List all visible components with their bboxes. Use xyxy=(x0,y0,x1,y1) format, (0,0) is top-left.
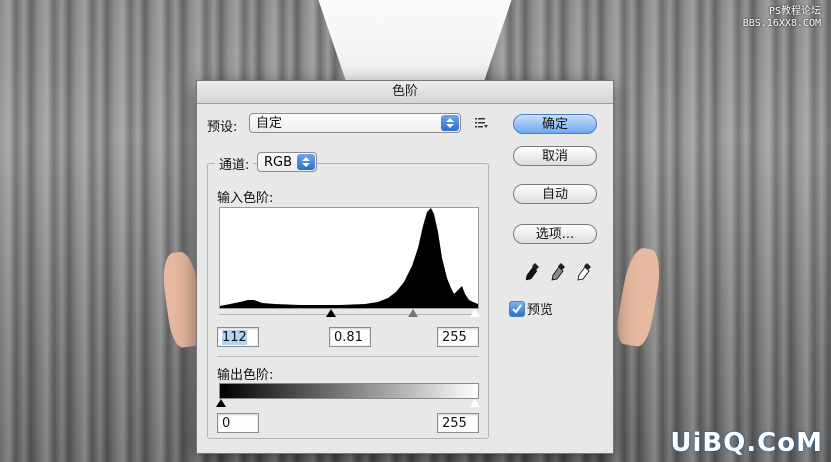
watermark-top-line1: PS教程论坛 xyxy=(768,6,821,17)
input-white-value: 255 xyxy=(442,330,467,345)
input-white-field[interactable]: 255 xyxy=(437,327,479,347)
black-eyedropper-icon[interactable] xyxy=(523,261,541,283)
input-gamma-handle[interactable] xyxy=(408,309,418,317)
preset-select[interactable]: 自定 xyxy=(249,113,461,133)
histogram-shape xyxy=(220,208,478,308)
dialog-title: 色阶 xyxy=(197,81,613,104)
checkmark-icon xyxy=(512,304,522,314)
input-slider-track xyxy=(219,314,477,315)
cancel-button[interactable]: 取消 xyxy=(513,146,597,166)
preset-stepper-icon xyxy=(441,115,459,131)
output-white-value: 255 xyxy=(442,416,467,431)
watermark-bottom: UiBQ.CoM xyxy=(670,428,823,458)
preset-menu-icon[interactable] xyxy=(475,117,489,129)
output-black-value: 0 xyxy=(222,416,231,431)
input-gamma-field[interactable]: 0.81 xyxy=(329,327,371,347)
watermark-top: PS教程论坛 BBS.16XX8.COM xyxy=(743,6,821,30)
section-divider xyxy=(217,356,479,357)
input-black-point-handle[interactable] xyxy=(326,309,336,317)
white-eyedropper-icon[interactable] xyxy=(575,261,593,283)
auto-button[interactable]: 自动 xyxy=(513,184,597,204)
levels-dialog: 色阶 预设: 自定 通道: RGB 输入色阶: 112 0.81 255 输出色… xyxy=(196,80,614,454)
input-black-field[interactable]: 112 xyxy=(217,327,259,347)
output-gradient-bar xyxy=(219,383,479,399)
output-levels-label: 输出色阶: xyxy=(217,368,274,383)
input-gamma-value: 0.81 xyxy=(334,330,363,345)
input-slider[interactable] xyxy=(219,308,481,319)
ok-button[interactable]: 确定 xyxy=(513,114,597,134)
input-black-value: 112 xyxy=(222,330,247,345)
histogram xyxy=(219,207,479,309)
channel-label: 通道: xyxy=(215,154,254,173)
gray-eyedropper-icon[interactable] xyxy=(549,261,567,283)
preview-label: 预览 xyxy=(527,303,554,318)
output-white-handle[interactable] xyxy=(469,398,481,408)
channel-value: RGB xyxy=(264,155,293,170)
input-levels-label: 输入色阶: xyxy=(217,191,274,206)
watermark-top-line2: BBS.16XX8.COM xyxy=(742,18,821,29)
output-black-field[interactable]: 0 xyxy=(217,413,259,433)
preset-value: 自定 xyxy=(256,116,283,131)
channel-stepper-icon xyxy=(297,154,315,170)
options-button[interactable]: 选项... xyxy=(513,224,597,244)
preview-checkbox[interactable] xyxy=(509,301,525,317)
preset-label: 预设: xyxy=(207,120,238,135)
output-slider[interactable] xyxy=(216,398,481,409)
output-black-handle[interactable] xyxy=(216,399,226,407)
channel-select[interactable]: RGB xyxy=(257,152,317,172)
input-white-point-handle[interactable] xyxy=(469,308,481,318)
output-white-field[interactable]: 255 xyxy=(437,413,479,433)
